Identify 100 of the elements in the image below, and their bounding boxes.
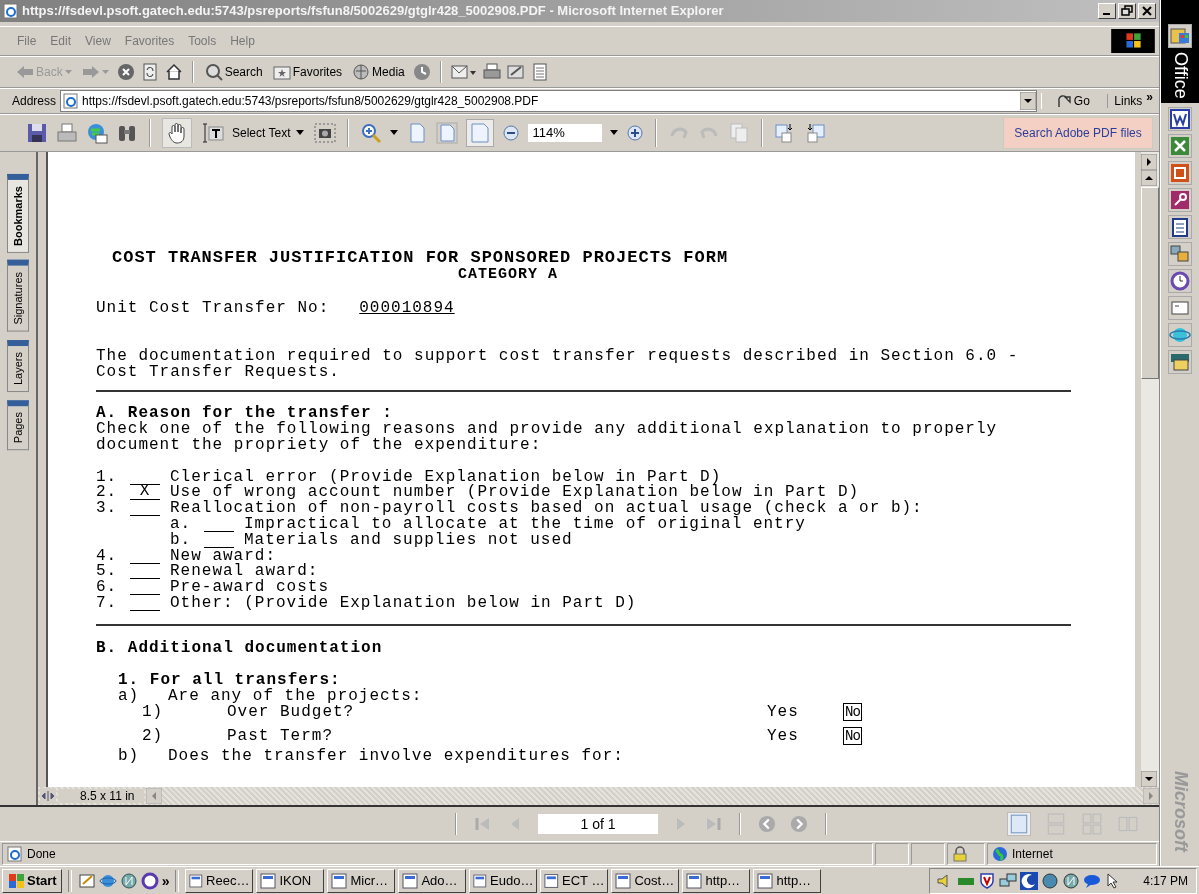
briefcase-icon[interactable]: [1168, 349, 1192, 374]
shield-icon[interactable]: [978, 871, 997, 890]
caret-icon[interactable]: [610, 130, 619, 136]
taskbar-button[interactable]: IKON: [256, 868, 325, 893]
section-heading: A. Reason for the transfer :: [96, 404, 394, 421]
item-number: 5.: [96, 563, 119, 580]
page-icon: [7, 846, 23, 863]
zoom-out-icon[interactable]: [502, 123, 521, 142]
key-icon[interactable]: [1168, 187, 1192, 212]
reason-text: Pre-award costs: [170, 579, 330, 595]
scroll-left-icon[interactable]: [146, 788, 163, 805]
taskbar-button[interactable]: http…: [753, 868, 822, 893]
moon-icon[interactable]: [1020, 871, 1039, 890]
browser-icon[interactable]: [1168, 322, 1192, 347]
side-tab[interactable]: Bookmarks: [7, 173, 29, 253]
more-icon[interactable]: »: [161, 872, 170, 889]
question-label: b): [118, 747, 141, 764]
windows-logo-icon: [1111, 28, 1156, 53]
window-icon: [331, 872, 348, 889]
split-icon[interactable]: [40, 788, 56, 805]
answer-option: Yes: [767, 726, 843, 745]
scroll-right-icon[interactable]: [1141, 153, 1158, 170]
taskbar-button[interactable]: Cost…: [611, 868, 680, 893]
history-icon[interactable]: [412, 62, 431, 81]
side-tab[interactable]: Layers: [7, 340, 29, 393]
print-icon[interactable]: [482, 62, 501, 81]
scroll-down-icon[interactable]: [1141, 771, 1158, 788]
search-adobe-button[interactable]: Search Adobe PDF files: [1003, 116, 1154, 149]
search-icon: [204, 62, 223, 81]
calendar-icon[interactable]: [1168, 214, 1192, 239]
taskbar-button[interactable]: Micr…: [327, 868, 396, 893]
caret-icon: [296, 130, 305, 136]
stop-icon[interactable]: [116, 62, 135, 81]
start-button[interactable]: Start: [2, 868, 62, 893]
zoom-in-icon[interactable]: [626, 123, 645, 142]
media-button[interactable]: Media: [350, 62, 407, 81]
select-text-button[interactable]: Select Text: [200, 121, 307, 144]
email-icon[interactable]: [86, 121, 108, 144]
caret-icon[interactable]: [390, 130, 399, 136]
taskbar-button[interactable]: Ado…: [398, 868, 467, 893]
print-icon[interactable]: [56, 121, 78, 144]
zoom-field[interactable]: 114%: [528, 123, 603, 142]
word-icon[interactable]: [1168, 106, 1192, 131]
question-text: Does the transfer involve expenditures for:: [168, 747, 624, 764]
search-button[interactable]: Search: [202, 62, 265, 81]
zoom-in-icon[interactable]: [360, 121, 383, 144]
question-text: Over Budget?: [227, 703, 355, 720]
reason-text: Clerical error (Provide Explanation below in Part D): [170, 468, 722, 485]
minimize-icon: [1102, 13, 1110, 16]
reason-text: Other: (Provide Explanation below in Part D): [170, 594, 637, 611]
subsection-heading: 1. For all transfers:: [118, 671, 341, 688]
links-button[interactable]: Links »: [1107, 93, 1156, 108]
reason-text: Renewal award:: [170, 563, 319, 580]
item-number: 4.: [96, 547, 119, 564]
question-text: Are any of the projects:: [168, 687, 423, 704]
clock-icon[interactable]: [1168, 268, 1192, 293]
close-button[interactable]: [1138, 2, 1157, 19]
favorites-button[interactable]: Favorites: [270, 63, 345, 80]
home-icon[interactable]: [164, 62, 183, 81]
taskbar-button[interactable]: http…: [682, 868, 751, 893]
text-cursor-icon: [202, 121, 226, 144]
window-icon[interactable]: [1168, 295, 1192, 320]
window-icon: [757, 872, 774, 889]
reason-text: Impractical to allocate at the time of original entry: [244, 515, 806, 532]
taskbar-button[interactable]: Eudo…: [469, 868, 538, 893]
side-tab[interactable]: Pages: [7, 400, 29, 451]
lock-icon: [952, 846, 969, 863]
desktop-icon[interactable]: [77, 871, 96, 890]
taskbar-button[interactable]: ECT …: [540, 868, 609, 893]
item-number: 7.: [96, 594, 119, 611]
snapshot-icon[interactable]: [314, 121, 337, 144]
restore-icon: [1121, 4, 1134, 17]
status-pane: [875, 843, 910, 865]
restore-button[interactable]: [1118, 2, 1137, 19]
item-number: 2.: [96, 484, 119, 501]
clock-icon[interactable]: [140, 871, 159, 890]
dropdown-arrow-icon[interactable]: [1020, 91, 1037, 110]
hand-tool-icon[interactable]: [162, 117, 192, 148]
taskbar-button[interactable]: Reec…: [185, 868, 254, 893]
side-tab[interactable]: Signatures: [7, 260, 29, 333]
edit-icon[interactable]: [506, 62, 525, 81]
address-field[interactable]: https://fsdevl.psoft.gatech.edu:5743/psreports/fsfun8/5002629/gtglr428_5002908.PDF: [60, 89, 1038, 112]
window-title: https://fsdevl.psoft.gatech.edu:5743/psreports/fsfun8/5002629/gtglr428_5002908.PDF - Microsoft Internet Explorer: [22, 3, 724, 19]
page-number-field[interactable]: 1 of 1: [538, 814, 658, 835]
refresh-icon[interactable]: [140, 62, 159, 81]
office-logo-icon[interactable]: [1168, 24, 1192, 48]
spreadsheet-icon[interactable]: [1168, 133, 1192, 158]
presentation-icon[interactable]: [1168, 160, 1192, 185]
computers-icon[interactable]: [999, 871, 1018, 890]
answer-option: No: [843, 726, 862, 745]
mail-icon[interactable]: [450, 62, 477, 81]
document-icon[interactable]: [530, 62, 549, 81]
field-label: Unit Cost Transfer No:: [96, 299, 330, 316]
zone-text: Internet: [1012, 847, 1053, 862]
go-button[interactable]: Go: [1041, 92, 1104, 109]
rotate-counterclockwise-icon[interactable]: [804, 121, 827, 144]
save-icon[interactable]: [26, 121, 48, 144]
item-number: 2): [142, 727, 165, 744]
caret-icon: [101, 69, 109, 74]
minimize-button[interactable]: [1098, 2, 1117, 19]
